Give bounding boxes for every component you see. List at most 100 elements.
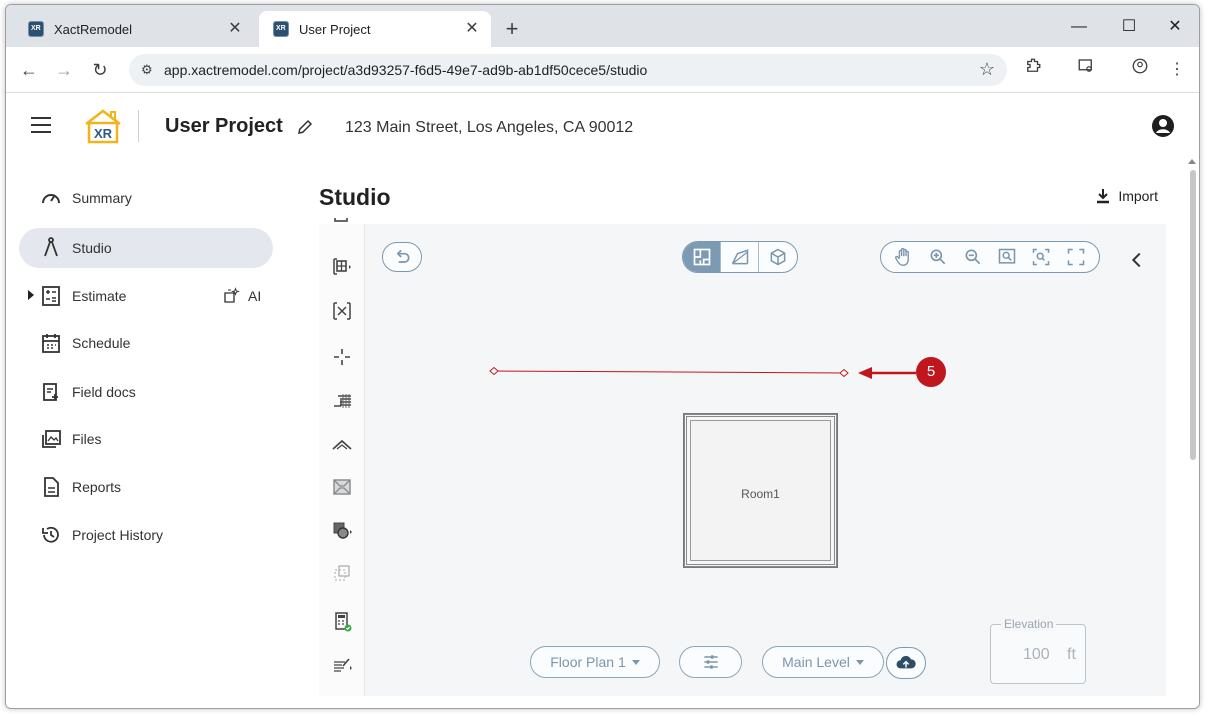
url-text: app.xactremodel.com/project/a3d93257-f6d…	[164, 62, 648, 78]
tab-user-project[interactable]: User Project ✕	[259, 11, 491, 47]
cloud-upload-button[interactable]	[886, 647, 926, 679]
address-bar[interactable]: ⚙ app.xactremodel.com/project/a3d93257-f…	[129, 54, 1007, 86]
sidebar-item-project-history[interactable]: Project History	[19, 515, 273, 555]
import-label: Import	[1118, 188, 1158, 204]
tab-search-icon[interactable]	[1073, 57, 1099, 83]
sidebar-item-label: Field docs	[72, 384, 136, 400]
tab-title: XactRemodel	[54, 21, 133, 37]
project-title: User Project	[165, 115, 283, 137]
floor-plan-dropdown[interactable]: Floor Plan 1	[530, 646, 660, 678]
account-circle-icon[interactable]	[1151, 114, 1175, 138]
sidebar-item-label: Summary	[72, 190, 132, 206]
ai-button[interactable]: AI	[222, 287, 261, 305]
pencil-edit-icon[interactable]	[296, 118, 314, 136]
expand-caret-icon[interactable]	[28, 290, 34, 300]
sidebar-item-label: Schedule	[72, 335, 131, 351]
sidebar-item-estimate[interactable]: Estimate AI	[19, 276, 273, 316]
close-icon[interactable]: ✕	[463, 20, 481, 38]
tool-rail	[319, 218, 365, 696]
annotation-tool-icon[interactable]	[329, 652, 355, 678]
calculator-check-icon[interactable]	[329, 609, 355, 635]
history-icon	[42, 526, 59, 543]
header-divider	[138, 110, 139, 142]
calendar-icon	[42, 334, 60, 353]
sidebar-item-label: Studio	[72, 240, 112, 256]
extensions-icon[interactable]	[1020, 57, 1046, 83]
back-arrow-icon[interactable]: ←	[15, 56, 43, 84]
elevation-value: 100	[1023, 646, 1050, 663]
selection-tool-icon[interactable]	[329, 561, 355, 587]
shapes-tool-icon[interactable]	[329, 518, 355, 544]
tab-xactremodel[interactable]: XactRemodel ✕	[14, 11, 254, 47]
reload-icon[interactable]: ↻	[86, 56, 114, 84]
new-tab-plus-icon[interactable]: +	[498, 15, 526, 43]
window-close-icon[interactable]: ✕	[1152, 13, 1198, 41]
maximize-icon[interactable]: ☐	[1106, 13, 1152, 41]
sidebar-item-label: Reports	[72, 479, 122, 495]
minimize-icon[interactable]: —	[1056, 13, 1102, 41]
sliders-icon	[703, 655, 718, 669]
studio-workspace: 5 Room1 Floor Plan 1 Main Level Elevatio…	[319, 218, 1166, 696]
forward-arrow-icon[interactable]: →	[50, 56, 78, 84]
window-tool-icon[interactable]	[329, 254, 355, 280]
ai-label: AI	[248, 288, 262, 304]
tab-strip: XactRemodel ✕ User Project ✕ + — ☐ ✕	[6, 5, 1199, 47]
menu-kebab-icon[interactable]: ⋮	[1164, 57, 1190, 83]
floor-plan-canvas[interactable]: 5 Room1 Floor Plan 1 Main Level Elevatio…	[366, 224, 1166, 696]
partial-tool-icon[interactable]	[329, 218, 355, 234]
scroll-up-arrow-icon[interactable]	[1188, 159, 1196, 164]
elevation-label: Elevation	[1001, 617, 1057, 631]
files-icon	[42, 430, 61, 448]
sidebar-item-files[interactable]: Files	[19, 419, 273, 459]
browser-toolbar: ← → ↻ ⚙ app.xactremodel.com/project/a3d9…	[6, 47, 1199, 93]
crosshair-tool-icon[interactable]	[329, 344, 355, 370]
sidebar-item-summary[interactable]: Summary	[19, 178, 273, 218]
download-icon	[1097, 189, 1110, 204]
speedometer-icon	[42, 194, 60, 204]
page-scrollbar[interactable]	[1190, 170, 1196, 460]
room-label: Room1	[741, 487, 780, 501]
profile-icon[interactable]	[1127, 57, 1153, 83]
sidebar-item-field-docs[interactable]: Field docs	[19, 372, 273, 412]
main-content: Studio Import 5 Room1 Floor Plan 1 Main …	[296, 158, 1199, 708]
compass-icon	[44, 237, 58, 257]
bookmark-star-icon[interactable]: ☆	[979, 59, 995, 80]
callout-arrowhead	[858, 367, 872, 379]
room-interior: Room1	[690, 420, 831, 561]
browser-window: XactRemodel ✕ User Project ✕ + — ☐ ✕ ← →…	[5, 4, 1200, 709]
sidebar-item-studio[interactable]: Studio	[19, 228, 273, 268]
elevation-field[interactable]: Elevation 100 ft	[990, 617, 1086, 684]
project-address: 123 Main Street, Los Angeles, CA 90012	[345, 119, 634, 136]
xr-logo[interactable]: XR	[82, 108, 124, 144]
close-icon[interactable]: ✕	[226, 20, 244, 38]
level-dropdown[interactable]: Main Level	[762, 646, 884, 678]
sidebar-item-label: Files	[72, 431, 102, 447]
xr-favicon-icon	[28, 21, 44, 37]
opening-tool-icon[interactable]	[329, 298, 355, 324]
settings-sliders-button[interactable]	[679, 646, 742, 678]
report-icon	[44, 477, 59, 497]
floor-plan-label: Floor Plan 1	[550, 654, 626, 670]
sidebar-item-label: Estimate	[72, 288, 127, 304]
sidebar-item-reports[interactable]: Reports	[19, 467, 273, 507]
level-label: Main Level	[782, 654, 850, 670]
wall-segment[interactable]	[493, 370, 845, 374]
roof-tool-icon[interactable]	[329, 431, 355, 457]
surface-tool-icon[interactable]	[329, 474, 355, 500]
calculator-icon	[42, 286, 60, 306]
chevron-down-icon	[855, 659, 864, 665]
wall-endpoint-handle[interactable]	[489, 366, 499, 376]
hamburger-menu-icon[interactable]	[31, 117, 51, 133]
import-button[interactable]: Import	[1096, 188, 1158, 204]
stairs-tool-icon[interactable]	[329, 386, 355, 412]
page-title: Studio	[319, 184, 391, 210]
tab-title: User Project	[299, 21, 371, 37]
site-settings-icon[interactable]: ⚙	[141, 62, 157, 78]
wall-endpoint-handle[interactable]	[839, 368, 849, 378]
cloud-upload-icon	[896, 655, 916, 669]
callout-number-badge: 5	[916, 357, 946, 387]
app-header: XR User Project 123 Main Street, Los Ang…	[6, 94, 1199, 158]
sidebar-item-schedule[interactable]: Schedule	[19, 323, 273, 363]
chevron-down-icon	[631, 659, 640, 665]
room-shape[interactable]: Room1	[683, 413, 838, 568]
